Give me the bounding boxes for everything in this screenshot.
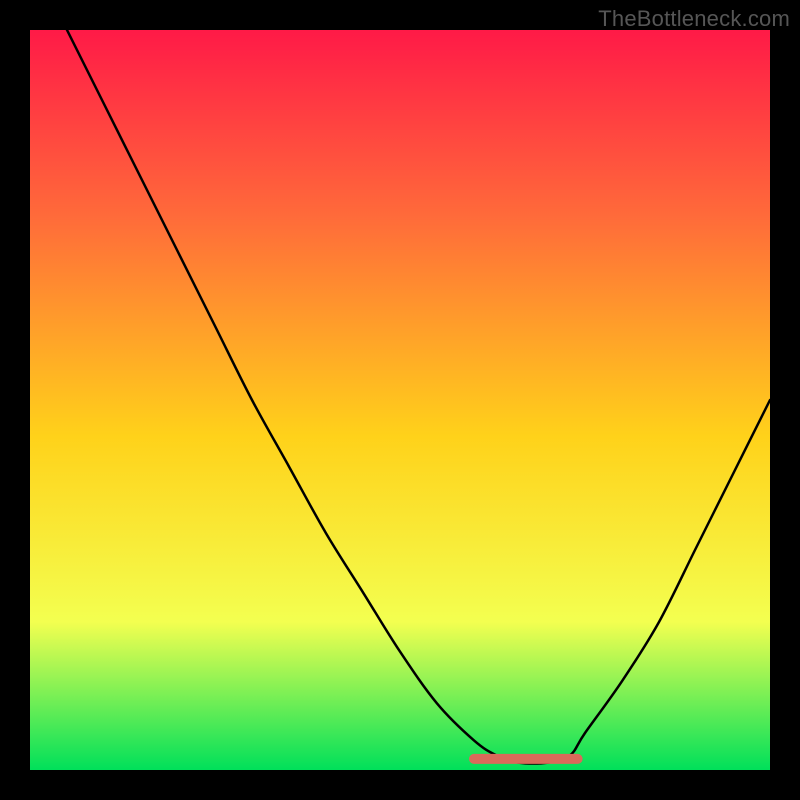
chart-container: TheBottleneck.com: [0, 0, 800, 800]
chart-gradient-background: [30, 30, 770, 770]
watermark-text: TheBottleneck.com: [598, 6, 790, 32]
bottleneck-curve-chart: [0, 0, 800, 800]
